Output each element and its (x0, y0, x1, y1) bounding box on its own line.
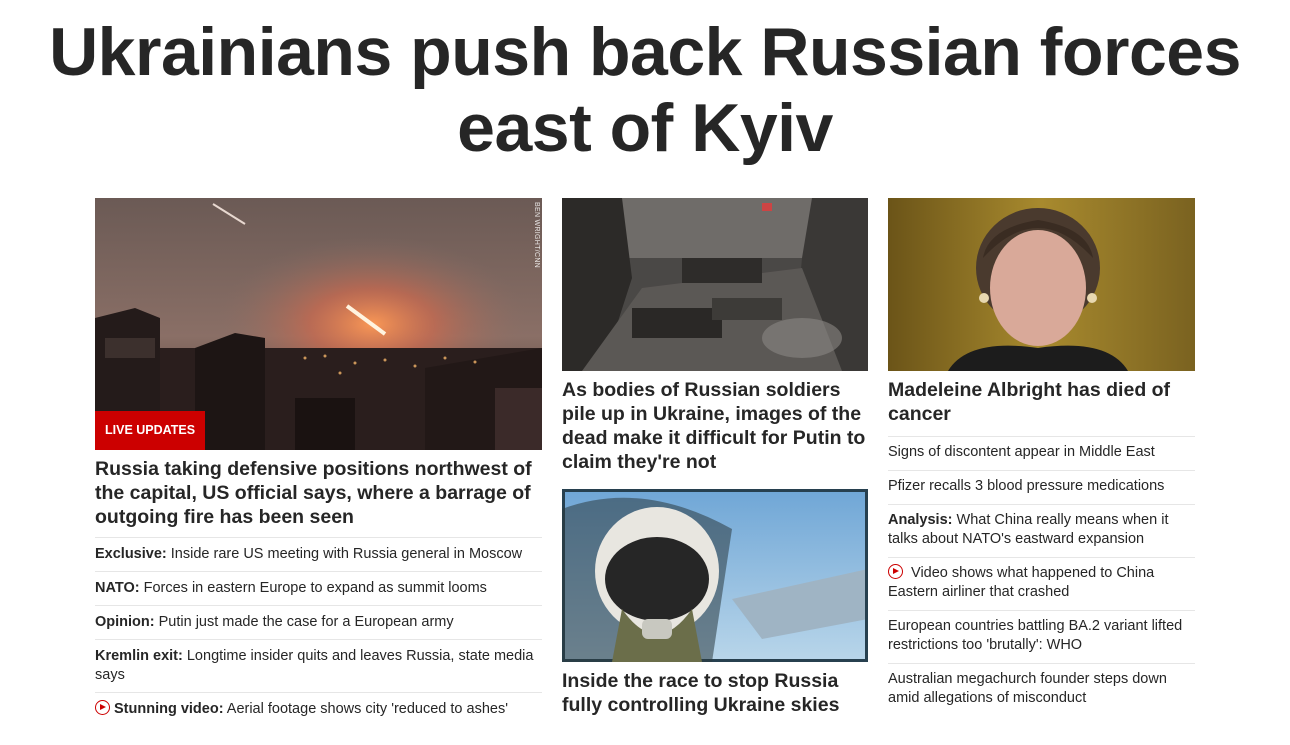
destroyed-tanks-image[interactable] (562, 198, 868, 371)
albright-portrait-photo (888, 198, 1195, 371)
list-item[interactable]: Exclusive: Inside rare US meeting with R… (95, 537, 542, 571)
kyiv-night-fire-image[interactable]: BEN WRIGHT/CNN LIVE UPDATES (95, 198, 542, 450)
item-label: Analysis: (888, 512, 953, 528)
item-text: Video shows what happened to China Easte… (888, 565, 1155, 600)
item-text: Australian megachurch founder steps down… (888, 671, 1167, 706)
item-text: European countries battling BA.2 variant… (888, 618, 1183, 653)
list-item[interactable]: Opinion: Putin just made the case for a … (95, 605, 542, 639)
item-label: Exclusive: (95, 546, 167, 562)
list-item[interactable]: Signs of discontent appear in Middle Eas… (888, 436, 1195, 470)
albright-headline[interactable]: Madeleine Albright has died of cancer (888, 378, 1195, 426)
albright-portrait-image[interactable] (888, 198, 1195, 371)
item-label: Opinion: (95, 614, 155, 630)
list-item[interactable]: Australian megachurch founder steps down… (888, 663, 1195, 716)
middle-column: As bodies of Russian soldiers pile up in… (562, 198, 868, 717)
list-item[interactable]: Pfizer recalls 3 blood pressure medicati… (888, 470, 1195, 504)
more-stories-list: Signs of discontent appear in Middle Eas… (888, 436, 1195, 716)
item-text: Aerial footage shows city 'reduced to as… (223, 701, 508, 717)
list-item[interactable]: Video shows what happened to China Easte… (888, 557, 1195, 610)
item-text: Pfizer recalls 3 blood pressure medicati… (888, 478, 1165, 494)
lead-story-column: BEN WRIGHT/CNN LIVE UPDATES Russia takin… (95, 198, 542, 726)
list-item[interactable]: NATO: Forces in eastern Europe to expand… (95, 571, 542, 605)
item-text: Forces in eastern Europe to expand as su… (139, 580, 487, 596)
related-stories-list: Exclusive: Inside rare US meeting with R… (95, 537, 542, 726)
fighter-pilot-image[interactable] (562, 489, 868, 662)
lead-story-headline[interactable]: Russia taking defensive positions northw… (95, 457, 542, 529)
soldiers-story-headline[interactable]: As bodies of Russian soldiers pile up in… (562, 378, 868, 474)
play-video-icon (95, 700, 110, 715)
list-item[interactable]: Stunning video: Aerial footage shows cit… (95, 692, 542, 726)
list-item[interactable]: Analysis: What China really means when i… (888, 504, 1195, 557)
item-text: Signs of discontent appear in Middle Eas… (888, 444, 1155, 460)
live-updates-badge[interactable]: LIVE UPDATES (95, 411, 206, 450)
item-label: Kremlin exit: (95, 648, 183, 664)
main-headline[interactable]: Ukrainians push back Russian forces east… (0, 14, 1290, 166)
item-text: Inside rare US meeting with Russia gener… (166, 546, 523, 562)
photo-credit: BEN WRIGHT/CNN (533, 202, 540, 269)
right-column: Madeleine Albright has died of cancer Si… (888, 198, 1195, 716)
item-label: NATO: (95, 580, 140, 596)
destroyed-tanks-photo (562, 198, 868, 371)
fighter-pilot-photo (562, 489, 868, 662)
item-label: Stunning video: (114, 701, 224, 717)
ukraine-skies-headline[interactable]: Inside the race to stop Russia fully con… (562, 669, 868, 717)
list-item[interactable]: European countries battling BA.2 variant… (888, 610, 1195, 663)
play-video-icon (888, 564, 903, 579)
list-item[interactable]: Kremlin exit: Longtime insider quits and… (95, 639, 542, 692)
item-text: Putin just made the case for a European … (154, 614, 454, 630)
